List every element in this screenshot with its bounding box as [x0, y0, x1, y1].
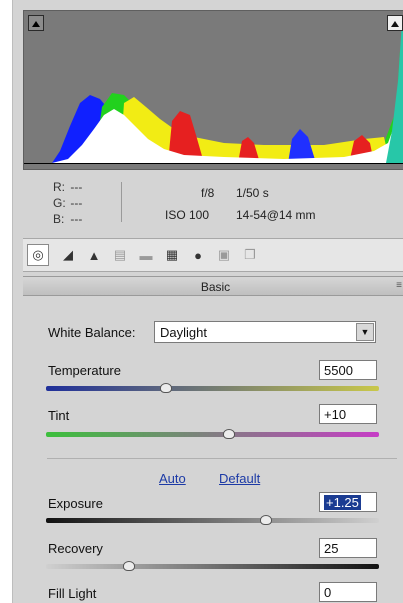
histogram-graph: [24, 21, 403, 164]
fill-light-label: Fill Light: [48, 586, 97, 601]
r-readout: R: ---: [53, 180, 83, 194]
triangle-icon: [391, 21, 399, 27]
camera-raw-panel: R: --- G: --- B: --- f/8 1/50 s ISO 100 …: [12, 0, 403, 603]
adjustment-tabs: ◎ ◢ ▲ ▤ ▬ ▦ ● ▣ ❐: [23, 238, 403, 272]
aperture: f/8: [201, 186, 215, 200]
lens-info: 14-54@14 mm: [236, 208, 316, 222]
default-link[interactable]: Default: [219, 471, 260, 486]
histogram: [23, 10, 403, 170]
exposure-field[interactable]: +1.25: [319, 492, 377, 512]
fill-light-field[interactable]: 0: [319, 582, 377, 602]
recovery-field[interactable]: 25: [319, 538, 377, 558]
triangle-icon: [32, 21, 40, 27]
recovery-slider-thumb[interactable]: [123, 561, 136, 571]
panel-menu-icon[interactable]: ≡: [396, 280, 402, 291]
auto-link[interactable]: Auto: [159, 471, 186, 486]
chevron-down-icon[interactable]: ▼: [356, 323, 374, 341]
temperature-slider-thumb[interactable]: [159, 383, 172, 393]
presets-icon[interactable]: ▣: [213, 244, 235, 266]
info-readout: R: --- G: --- B: --- f/8 1/50 s ISO 100 …: [23, 172, 403, 234]
white-balance-select[interactable]: Daylight ▼: [154, 321, 376, 343]
g-readout: G: ---: [53, 196, 83, 210]
detail-icon[interactable]: ▲: [83, 244, 105, 266]
info-divider: [121, 182, 122, 222]
white-balance-label: White Balance:: [48, 325, 136, 340]
temperature-label: Temperature: [48, 363, 121, 378]
exposure-slider-track[interactable]: [46, 518, 379, 523]
highlight-clipping-button[interactable]: [387, 15, 403, 31]
shadow-clipping-button[interactable]: [28, 15, 44, 31]
b-readout: B: ---: [53, 212, 83, 226]
camera-calibration-icon[interactable]: ●: [187, 244, 209, 266]
section-title: Basic: [200, 280, 231, 294]
tint-label: Tint: [48, 408, 70, 423]
hsl-icon[interactable]: ▤: [109, 244, 131, 266]
tone-curve-icon[interactable]: ◢: [57, 244, 79, 266]
recovery-slider-track[interactable]: [46, 564, 379, 569]
basic-section-header: Basic ≡: [23, 276, 403, 296]
temperature-slider-track[interactable]: [46, 386, 379, 391]
recovery-label: Recovery: [48, 541, 103, 556]
lens-corrections-icon[interactable]: ▦: [161, 244, 183, 266]
snapshots-icon[interactable]: ❐: [239, 244, 261, 266]
basic-icon[interactable]: ◎: [27, 244, 49, 266]
iso: ISO 100: [165, 208, 210, 222]
section-divider: [47, 458, 397, 459]
tint-field[interactable]: +10: [319, 404, 377, 424]
exposure-slider-thumb[interactable]: [259, 515, 272, 525]
tint-slider-track[interactable]: [46, 432, 379, 437]
exposure-label: Exposure: [48, 496, 103, 511]
shutter-speed: 1/50 s: [236, 186, 269, 200]
temperature-field[interactable]: 5500: [319, 360, 377, 380]
split-toning-icon[interactable]: ▬: [135, 244, 157, 266]
tint-slider-thumb[interactable]: [223, 429, 236, 439]
